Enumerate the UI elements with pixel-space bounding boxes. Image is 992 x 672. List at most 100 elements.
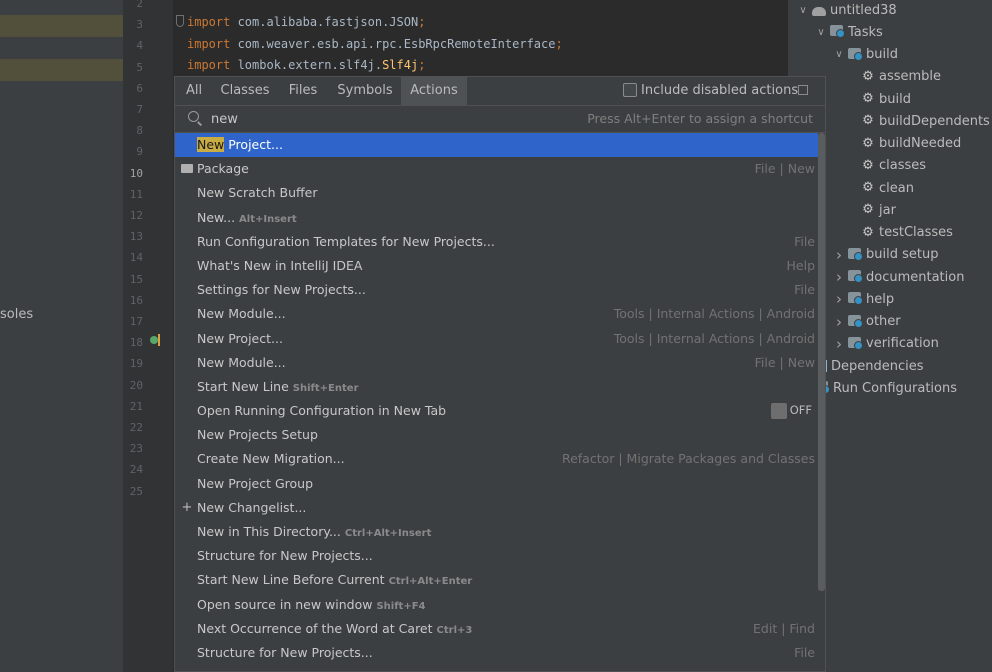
result-shortcut: Ctrl+Alt+Enter xyxy=(388,576,473,588)
gradle-tree-item[interactable]: ⚙ buildDependents xyxy=(861,110,990,132)
result-label: Create New Migration... xyxy=(197,451,345,467)
result-label: New Module... xyxy=(197,306,286,322)
chevron-right-icon[interactable]: › xyxy=(833,313,845,331)
result-row[interactable]: + New Changelist... xyxy=(175,496,818,520)
folder-icon xyxy=(848,247,863,262)
toggle-switch[interactable]: OFF xyxy=(770,402,812,419)
gradle-tree-item[interactable]: ∨ Tasks xyxy=(815,21,883,43)
results-scrollbar[interactable] xyxy=(818,133,825,591)
gradle-tree-item[interactable]: ⚙ assemble xyxy=(861,66,941,88)
fold-icon[interactable] xyxy=(176,15,184,27)
tab-classes[interactable]: Classes xyxy=(213,77,277,105)
result-row[interactable]: What's New in IntelliJ IDEA Help xyxy=(175,254,818,278)
chevron-down-icon[interactable]: ∨ xyxy=(797,5,809,16)
gradle-tree-item[interactable]: ⚙ buildNeeded xyxy=(861,133,961,155)
result-row[interactable]: Structure for New Projects... File xyxy=(175,641,818,665)
gradle-tree-label: untitled38 xyxy=(830,2,897,18)
result-name: New... Alt+Insert xyxy=(197,206,297,232)
result-label: New Project Group xyxy=(197,475,314,491)
result-row[interactable]: New Project... Tools | Internal Actions |… xyxy=(175,327,818,351)
gradle-tree-item[interactable]: › documentation xyxy=(833,266,964,288)
result-row[interactable]: Open Running Configuration in New Tab OFF xyxy=(175,399,818,423)
tab-actions[interactable]: Actions xyxy=(401,77,467,105)
gradle-tree-label: jar xyxy=(879,202,896,218)
line-number: 13 xyxy=(129,230,143,244)
tab-files[interactable]: Files xyxy=(277,77,329,105)
project-highlight-row[interactable] xyxy=(0,59,123,81)
result-name: New Module... xyxy=(197,302,286,326)
gradle-tree-item[interactable]: › build setup xyxy=(833,244,938,266)
result-label: Run Configuration Templates for New Proj… xyxy=(197,233,495,249)
result-row[interactable]: Start New Line Before Current Ctrl+Alt+En… xyxy=(175,568,818,592)
gradle-tree-label: classes xyxy=(879,158,927,174)
result-row[interactable]: Run Configuration Templates for New Proj… xyxy=(175,230,818,254)
run-gutter-icon[interactable] xyxy=(150,336,158,344)
pin-window-icon[interactable] xyxy=(798,85,808,95)
result-row[interactable]: New Module... Tools | Internal Actions | … xyxy=(175,302,818,326)
result-row[interactable]: Settings for New Projects... File xyxy=(175,278,818,302)
result-row[interactable]: Package File | New xyxy=(175,157,818,181)
result-row[interactable]: New Projects Setup xyxy=(175,423,818,447)
result-row[interactable]: New... Alt+Insert xyxy=(175,206,818,230)
gradle-tree-item[interactable]: Dependencies xyxy=(815,355,924,377)
search-input[interactable] xyxy=(211,109,511,129)
gradle-tree-item[interactable]: ∨ untitled38 xyxy=(797,0,897,21)
code-line[interactable]: import com.alibaba.fastjson.JSON; xyxy=(187,15,425,29)
chevron-right-icon[interactable]: › xyxy=(833,335,845,353)
result-row[interactable]: New in This Directory... Ctrl+Alt+Insert xyxy=(175,520,818,544)
gradle-tree-item[interactable]: › other xyxy=(833,311,901,333)
result-row[interactable]: New Scratch Buffer xyxy=(175,181,818,205)
result-group: Tools | Internal Actions | Android xyxy=(613,306,815,322)
result-row[interactable]: Create New Migration... Refactor | Migrat… xyxy=(175,447,818,471)
gradle-tree-item[interactable]: ⚙ clean xyxy=(861,177,914,199)
result-row[interactable]: Structure for New Projects... xyxy=(175,544,818,568)
tab-all[interactable]: All xyxy=(175,77,213,105)
gradle-tree-item[interactable]: ⚙ classes xyxy=(861,155,926,177)
code-line[interactable]: import com.weaver.esb.api.rpc.EsbRpcRemo… xyxy=(187,37,563,51)
line-number: 14 xyxy=(129,251,143,265)
chevron-right-icon[interactable]: › xyxy=(833,268,845,286)
include-disabled-label[interactable]: Include disabled actions xyxy=(641,77,798,105)
line-number: 15 xyxy=(129,272,143,286)
line-number: 3 xyxy=(136,18,143,32)
gradle-tree-item[interactable]: ∨ build xyxy=(833,44,898,66)
result-row[interactable]: New Project... xyxy=(175,133,818,158)
result-row[interactable]: Start New Line Shift+Enter xyxy=(175,375,818,399)
result-row[interactable]: Open source in new window Shift+F4 xyxy=(175,593,818,617)
line-number: 21 xyxy=(129,399,143,413)
chevron-down-icon[interactable]: ∨ xyxy=(833,49,845,60)
result-group: Edit | Find xyxy=(753,620,815,636)
line-number: 18 xyxy=(129,336,143,350)
chevron-right-icon[interactable]: › xyxy=(833,290,845,308)
result-name: Create New Migration... xyxy=(197,447,345,471)
gradle-tree-label: other xyxy=(866,314,901,329)
gradle-tree-item[interactable]: Run Configurations xyxy=(815,377,957,399)
tab-symbols[interactable]: Symbols xyxy=(329,77,401,105)
result-group: File | New xyxy=(754,161,815,177)
result-name: New in This Directory... Ctrl+Alt+Insert xyxy=(197,520,431,546)
chevron-right-icon[interactable]: › xyxy=(833,246,845,264)
gradle-tree-item[interactable]: ⚙ build xyxy=(861,88,911,110)
chevron-down-icon[interactable]: ∨ xyxy=(815,27,827,38)
gradle-tree-label: documentation xyxy=(866,269,965,285)
project-item-label[interactable]: soles xyxy=(0,307,33,322)
code-text: com.alibaba.fastjson.JSON xyxy=(230,15,419,29)
result-row[interactable]: New Project Group xyxy=(175,472,818,496)
result-row[interactable]: Next Occurrence of the Word at Caret Ctrl… xyxy=(175,617,818,641)
result-row[interactable]: New Module... File | New xyxy=(175,351,818,375)
gradle-tree-label: verification xyxy=(866,336,939,352)
result-label: What's New in IntelliJ IDEA xyxy=(197,257,363,273)
gradle-tree-label: Dependencies xyxy=(831,358,924,374)
gradle-tree-item[interactable]: ⚙ jar xyxy=(861,199,896,221)
gradle-tree-item[interactable]: ⚙ testClasses xyxy=(861,222,953,244)
include-disabled-checkbox[interactable] xyxy=(623,83,637,97)
gradle-tree-label: build xyxy=(866,47,898,62)
result-name: New Project Group xyxy=(197,472,313,496)
result-name: Run Configuration Templates for New Proj… xyxy=(197,230,495,254)
gradle-tree-item[interactable]: › help xyxy=(833,288,894,310)
gradle-tree-item[interactable]: › verification xyxy=(833,333,939,355)
code-line[interactable]: import lombok.extern.slf4j.Slf4j; xyxy=(187,58,425,72)
result-label: Package xyxy=(197,161,249,177)
project-highlight-row[interactable] xyxy=(0,15,123,37)
implement-gutter-icon[interactable] xyxy=(158,334,160,346)
